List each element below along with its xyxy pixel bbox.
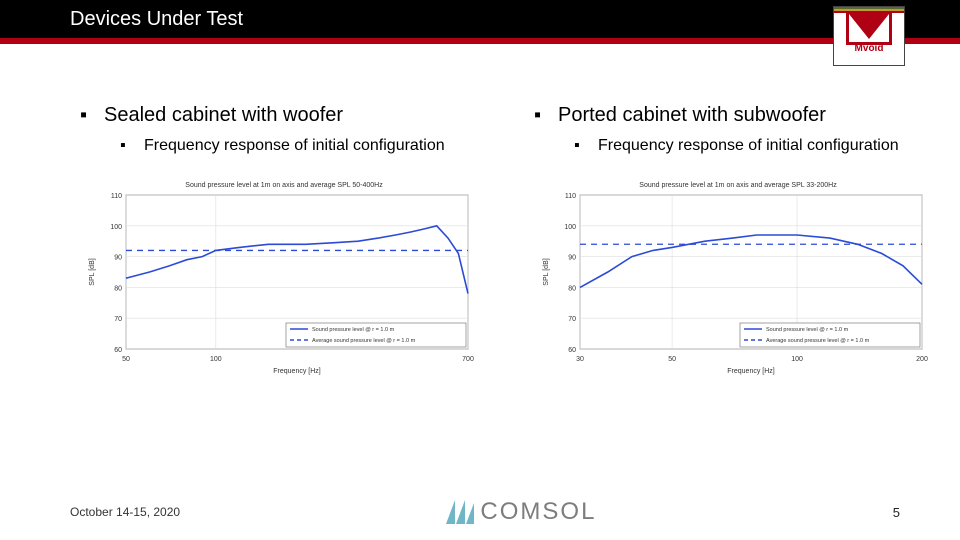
right-column: ▪ Ported cabinet with subwoofer ▪ Freque… [514, 104, 938, 377]
left-heading-text: Sealed cabinet with woofer [104, 104, 343, 127]
page-title: Devices Under Test [70, 8, 243, 31]
svg-text:Sound pressure level @ r = 1.0: Sound pressure level @ r = 1.0 m [312, 327, 395, 333]
svg-text:90: 90 [568, 255, 576, 262]
svg-text:Frequency [Hz]: Frequency [Hz] [727, 368, 775, 375]
svg-text:Sound pressure level @ r = 1.0: Sound pressure level @ r = 1.0 m [766, 327, 849, 333]
right-heading-text: Ported cabinet with subwoofer [558, 104, 826, 127]
footer-date: October 14-15, 2020 [70, 505, 180, 519]
svg-text:110: 110 [111, 193, 122, 200]
footer: October 14-15, 2020 COMSOL 5 [0, 498, 960, 526]
svg-text:200: 200 [916, 356, 928, 363]
bullet-icon: ▪ [534, 104, 544, 127]
svg-text:90: 90 [114, 255, 122, 262]
bullet-icon: ▪ [574, 137, 584, 155]
footer-page: 5 [893, 505, 900, 520]
svg-text:700: 700 [462, 356, 474, 363]
svg-text:100: 100 [110, 224, 122, 231]
svg-text:70: 70 [114, 316, 122, 323]
right-subheading: ▪ Frequency response of initial configur… [574, 137, 938, 155]
svg-text:Sound pressure level at 1m on: Sound pressure level at 1m on axis and a… [185, 182, 383, 189]
svg-text:Sound pressure level at 1m on: Sound pressure level at 1m on axis and a… [639, 182, 837, 189]
svg-text:Average sound pressure level @: Average sound pressure level @ r = 1.0 m [766, 338, 870, 344]
content-area: ▪ Sealed cabinet with woofer ▪ Frequency… [0, 44, 960, 377]
svg-text:SPL [dB]: SPL [dB] [543, 258, 550, 285]
left-subheading: ▪ Frequency response of initial configur… [120, 137, 484, 155]
svg-text:SPL [dB]: SPL [dB] [89, 258, 96, 285]
svg-text:Frequency [Hz]: Frequency [Hz] [273, 368, 321, 375]
left-column: ▪ Sealed cabinet with woofer ▪ Frequency… [60, 104, 484, 377]
svg-text:Average sound pressure level @: Average sound pressure level @ r = 1.0 m [312, 338, 416, 344]
svg-text:70: 70 [568, 316, 576, 323]
left-chart: 60 70 80 90 100 110 50 100 700 Sound pressure lev… [84, 177, 484, 377]
svg-text:100: 100 [564, 224, 576, 231]
svg-text:100: 100 [210, 356, 222, 363]
footer-brand-text: COMSOL [480, 498, 596, 526]
svg-text:30: 30 [576, 356, 584, 363]
svg-text:80: 80 [568, 285, 576, 292]
left-heading: ▪ Sealed cabinet with woofer [80, 104, 484, 127]
left-subheading-text: Frequency response of initial configurat… [144, 137, 445, 155]
svg-text:80: 80 [114, 285, 122, 292]
logo-mark-icon [846, 11, 892, 45]
bullet-icon: ▪ [80, 104, 90, 127]
footer-brand: COMSOL [446, 498, 596, 526]
right-subheading-text: Frequency response of initial configurat… [598, 137, 899, 155]
svg-text:110: 110 [565, 193, 576, 200]
comsol-mark-icon [446, 500, 474, 524]
brand-logo: Mvoid [833, 6, 905, 66]
svg-text:50: 50 [122, 356, 130, 363]
right-heading: ▪ Ported cabinet with subwoofer [534, 104, 938, 127]
header-bar: Devices Under Test [0, 0, 960, 38]
right-chart: 60 70 80 90 100 110 30 50 100 200 Sound pressure l… [538, 177, 938, 377]
svg-text:60: 60 [568, 347, 576, 354]
svg-text:60: 60 [114, 347, 122, 354]
bullet-icon: ▪ [120, 137, 130, 155]
logo-brand-text: Mvoid [855, 43, 884, 54]
svg-text:100: 100 [791, 356, 803, 363]
svg-text:50: 50 [668, 356, 676, 363]
